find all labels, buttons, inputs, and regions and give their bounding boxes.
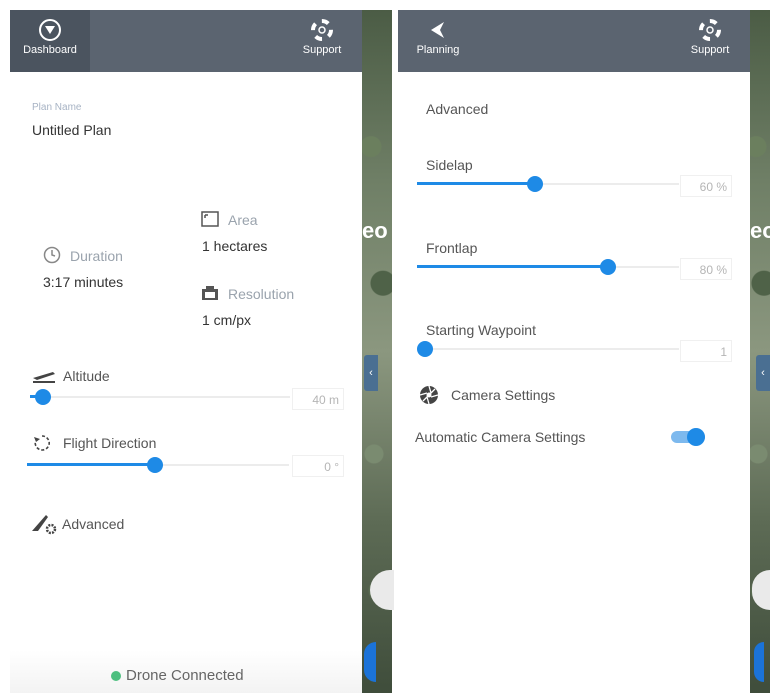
support-label: Support bbox=[302, 44, 342, 56]
plan-name-field[interactable]: Untitled Plan bbox=[32, 122, 111, 138]
sidelap-slider[interactable] bbox=[417, 176, 679, 192]
resolution-label: Resolution bbox=[228, 286, 295, 302]
panel-header: Planning Support bbox=[398, 10, 750, 72]
plan-panel: Dashboard Support Plan Name Untitled Pla… bbox=[10, 0, 362, 693]
dashboard-button[interactable]: Dashboard bbox=[10, 10, 90, 72]
chevron-left-icon: ‹ bbox=[369, 367, 373, 379]
starting-waypoint-label: Starting Waypoint bbox=[426, 322, 536, 338]
back-to-planning-button[interactable]: Planning bbox=[398, 10, 478, 72]
lifebuoy-icon bbox=[699, 19, 721, 41]
map-view-right[interactable]: eo ‹ bbox=[750, 10, 770, 693]
area-value: 1 hectares bbox=[202, 238, 268, 254]
duration-label: Duration bbox=[70, 248, 123, 264]
sidelap-label: Sidelap bbox=[426, 157, 473, 173]
support-label: Support bbox=[690, 44, 730, 56]
slider-track bbox=[425, 348, 679, 350]
slider-thumb[interactable] bbox=[147, 457, 164, 473]
slider-thumb[interactable] bbox=[526, 176, 543, 192]
advanced-settings-icon bbox=[32, 515, 57, 535]
flight-direction-label: Flight Direction bbox=[63, 435, 157, 451]
map-action-button[interactable] bbox=[364, 642, 376, 682]
advanced-link[interactable]: Advanced bbox=[62, 516, 124, 532]
resolution-icon bbox=[202, 286, 218, 300]
frontlap-value: 80 % bbox=[699, 263, 727, 277]
altitude-slider[interactable] bbox=[30, 389, 290, 405]
altitude-value-box[interactable]: 40 m bbox=[292, 388, 344, 410]
frontlap-value-box[interactable]: 80 % bbox=[680, 258, 732, 280]
toggle-knob[interactable] bbox=[687, 428, 705, 446]
advanced-panel: Planning Support Advanced Sidelap 60 % F… bbox=[398, 0, 750, 693]
panel-header: Dashboard Support bbox=[10, 10, 362, 72]
frontlap-label: Frontlap bbox=[426, 240, 478, 256]
frontlap-slider[interactable] bbox=[417, 259, 679, 275]
auto-camera-toggle[interactable] bbox=[671, 428, 705, 446]
map-control-button[interactable] bbox=[370, 570, 394, 610]
map-control-button[interactable] bbox=[752, 570, 770, 610]
airplane-takeoff-icon bbox=[33, 372, 55, 383]
status-indicator bbox=[111, 671, 121, 681]
area-label: Area bbox=[228, 212, 258, 228]
map-view-left[interactable]: eo ‹ bbox=[362, 10, 394, 693]
plan-name-label: Plan Name bbox=[32, 102, 82, 113]
duration-value: 3:17 minutes bbox=[43, 274, 124, 290]
map-action-button[interactable] bbox=[754, 642, 764, 682]
section-title: Advanced bbox=[426, 101, 489, 117]
sidelap-value: 60 % bbox=[699, 180, 727, 194]
dashboard-label: Dashboard bbox=[23, 44, 77, 56]
collapse-panel-button[interactable]: ‹ bbox=[756, 355, 770, 391]
back-arrow-icon bbox=[431, 22, 444, 38]
auto-camera-label: Automatic Camera Settings bbox=[415, 429, 586, 445]
map-place-label: eo bbox=[750, 218, 770, 243]
camera-settings-link[interactable]: Camera Settings bbox=[451, 387, 555, 403]
sidelap-value-box[interactable]: 60 % bbox=[680, 175, 732, 197]
slider-thumb[interactable] bbox=[600, 259, 617, 275]
slider-fill bbox=[417, 182, 535, 185]
chevron-left-icon: ‹ bbox=[761, 367, 765, 379]
altitude-label: Altitude bbox=[63, 368, 110, 384]
map-place-label: eo bbox=[362, 218, 388, 243]
support-button[interactable]: Support bbox=[670, 10, 750, 72]
clock-icon bbox=[43, 246, 61, 264]
flight-direction-slider[interactable] bbox=[27, 457, 289, 473]
slider-fill bbox=[417, 265, 609, 268]
flight-direction-value-box[interactable]: 0 ° bbox=[292, 455, 344, 477]
planning-label: Planning bbox=[416, 44, 460, 56]
slider-track bbox=[30, 396, 290, 398]
collapse-panel-button[interactable]: ‹ bbox=[364, 355, 378, 391]
altitude-value: 40 m bbox=[312, 393, 339, 407]
slider-fill bbox=[27, 463, 156, 466]
slider-thumb[interactable] bbox=[35, 389, 51, 405]
slider-thumb[interactable] bbox=[417, 341, 433, 357]
lifebuoy-icon bbox=[311, 19, 333, 41]
camera-aperture-icon bbox=[419, 385, 439, 405]
resolution-value: 1 cm/px bbox=[202, 312, 252, 328]
starting-waypoint-value: 1 bbox=[720, 345, 727, 359]
area-icon bbox=[201, 211, 219, 227]
starting-waypoint-value-box[interactable]: 1 bbox=[680, 340, 732, 362]
dashboard-icon bbox=[39, 19, 61, 41]
drone-status-text: Drone Connected bbox=[126, 667, 244, 684]
support-button[interactable]: Support bbox=[282, 10, 362, 72]
rotate-icon bbox=[34, 435, 50, 451]
starting-waypoint-slider[interactable] bbox=[417, 341, 679, 357]
flight-direction-value: 0 ° bbox=[324, 460, 339, 474]
